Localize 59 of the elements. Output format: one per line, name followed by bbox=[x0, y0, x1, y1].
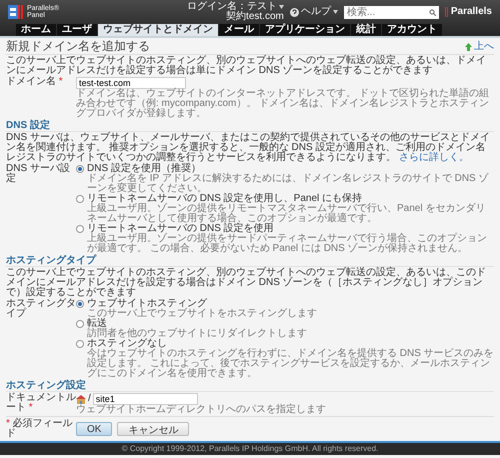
option-description: 上級ユーザ用。ゾーンの提供をリモートマスタネームサーバで行い、Panel をセカンダリネームサーバとして使用する場合、このオプションが最適です。 bbox=[87, 204, 486, 224]
section-heading: DNS 設定 bbox=[6, 120, 494, 132]
radio-button[interactable] bbox=[76, 340, 84, 348]
nav-tab[interactable]: アプリケーション bbox=[260, 24, 350, 36]
field-hint: ウェブサイトホームディレクトリへのパスを指定します bbox=[76, 405, 327, 415]
radio-button[interactable] bbox=[76, 165, 84, 173]
option-description: 訪問者を他のウェブサイトにリダイレクトします bbox=[87, 329, 308, 339]
logo-icon bbox=[8, 5, 24, 19]
option-description: ドメイン名を IP アドレスに解決するためには、ドメイン名レジストラのサイトで DNS ゾーンを変更してください。 bbox=[87, 174, 490, 194]
section-heading: ホスティング設定 bbox=[6, 380, 494, 392]
help-label: ヘルプ bbox=[300, 7, 331, 17]
field-label: DNS サーバ設定 bbox=[6, 164, 71, 186]
option-label: ホスティングなし bbox=[87, 339, 168, 349]
option-label: リモートネームサーバの DNS 設定を使用し、Panel にも保持 bbox=[87, 194, 364, 204]
nav-tab[interactable]: アカウント bbox=[382, 24, 442, 36]
radio-button[interactable] bbox=[76, 320, 84, 328]
search-input[interactable]: 検索... bbox=[346, 6, 429, 18]
field-label: ドキュメントルート * bbox=[6, 393, 76, 415]
field-label: ホスティングタイプ bbox=[6, 299, 76, 321]
option-description: このサーバ上でウェブサイトをホスティングします bbox=[87, 309, 318, 319]
learn-more-link[interactable]: さらに詳しく。 bbox=[398, 152, 469, 163]
field-hint: ドメイン名は、ウェブサイトのインターネットアドレスです。 ドットで区切られた単語の組み合わせです（例: mycompany.com）。 ドメイン名は、ドメイン名レジストラとホスティングプロバイダが登録します。 bbox=[76, 89, 490, 119]
search-field[interactable]: 検索... bbox=[344, 6, 439, 18]
nav-tab[interactable]: ウェブサイトとドメイン bbox=[98, 24, 218, 36]
copyright-text: © Copyright 1999-2012, Parallels IP Holdings GmbH. All rights reserved. bbox=[0, 441, 500, 455]
nav-tab[interactable]: ユーザ bbox=[57, 24, 97, 36]
nav-tab[interactable]: 統計 bbox=[351, 24, 381, 36]
caret-icon bbox=[332, 10, 338, 14]
section-heading: ホスティングタイプ bbox=[6, 255, 494, 267]
help-menu[interactable]: ヘルプ bbox=[290, 7, 338, 17]
document-root-field[interactable]: site1 bbox=[92, 393, 198, 405]
field-label: ドメイン名 * bbox=[6, 77, 64, 89]
option-label: 転送 bbox=[87, 319, 107, 329]
ok-button[interactable]: OK bbox=[76, 422, 112, 436]
option-description: 今はウェブサイトのホスティングを行わずに、ドメイン名を提供する DNS サービスのみを設定します。 これによって、後でホスティングサービスを設定するか、メールホスティングにこのドメイン名を使用できます。 bbox=[87, 349, 494, 379]
caret-icon bbox=[278, 5, 284, 9]
radio-button[interactable] bbox=[76, 195, 84, 203]
section-description: このサーバ上でウェブサイトのホスティング、別のウェブサイトへのウェブ転送の設定、あるいは、このドメインにメールアドレスだけを設定する場合はドメイン DNS ゾーンを（［ホスティングなし］オプションで）設定することができます bbox=[6, 268, 487, 298]
path-separator: / bbox=[88, 394, 91, 404]
radio-button[interactable] bbox=[76, 225, 84, 233]
nav-tab[interactable]: メール bbox=[219, 24, 259, 36]
section-description: DNS サーバは、ウェブサイト、メールサーバ、またはこの契約で提供されているその他のサービスとドメイン名を関連付けます。 推奨オプションを選択すると、一般的な DNS 設定が適用され、ご利用のドメイン名レジストラのサイトでいくつかの調整を行うとサービスを利用できるようになります。 さらに詳しく。 bbox=[6, 133, 491, 163]
option-label: DNS 設定を使用（推奨） bbox=[87, 164, 202, 174]
up-link[interactable]: 上へ bbox=[465, 42, 494, 52]
page-title: 新規ドメイン名を追加する bbox=[6, 40, 150, 53]
search-icon bbox=[428, 8, 436, 16]
intro-text: このサーバ上でウェブサイトのホスティング、別のウェブサイトへのウェブ転送の設定、あるいは、ドメインにメールアドレスだけを設定する場合は単にドメイン DNS ゾーンを設定することができます bbox=[6, 56, 487, 76]
option-label: リモートネームサーバの DNS 設定を使用 bbox=[87, 224, 275, 234]
brand-logo: Parallels bbox=[444, 7, 492, 17]
option-label: ウェブサイトホスティング bbox=[87, 299, 208, 309]
up-arrow-icon bbox=[465, 42, 472, 50]
option-description: 上級ユーザ用。ゾーンの提供をサードパーティネームサーバで行う場合、このオプションが最適です。 この場合、必要がないため Panel には DNS ゾーンが保持されません。 bbox=[87, 234, 488, 254]
radio-button[interactable] bbox=[76, 300, 84, 308]
help-icon bbox=[290, 8, 299, 16]
domain-name-field[interactable]: test-test.com bbox=[76, 77, 186, 89]
required-note: * 必須フィールド bbox=[6, 419, 74, 439]
nav-tab[interactable]: ホーム bbox=[16, 24, 56, 36]
cancel-button[interactable]: キャンセル bbox=[117, 422, 190, 436]
account-name: 契約test.com bbox=[226, 12, 284, 22]
